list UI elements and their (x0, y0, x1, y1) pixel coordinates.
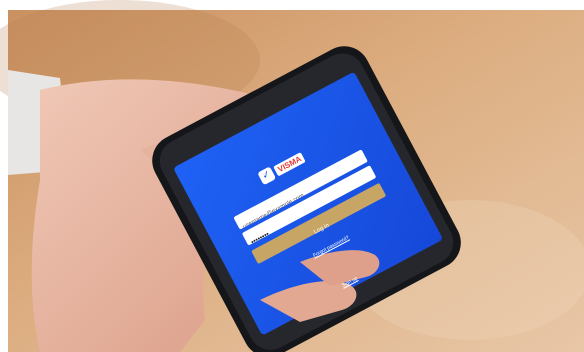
photo-scene: ✓ VISMA username@example.com •••••••• Lo… (0, 0, 584, 352)
